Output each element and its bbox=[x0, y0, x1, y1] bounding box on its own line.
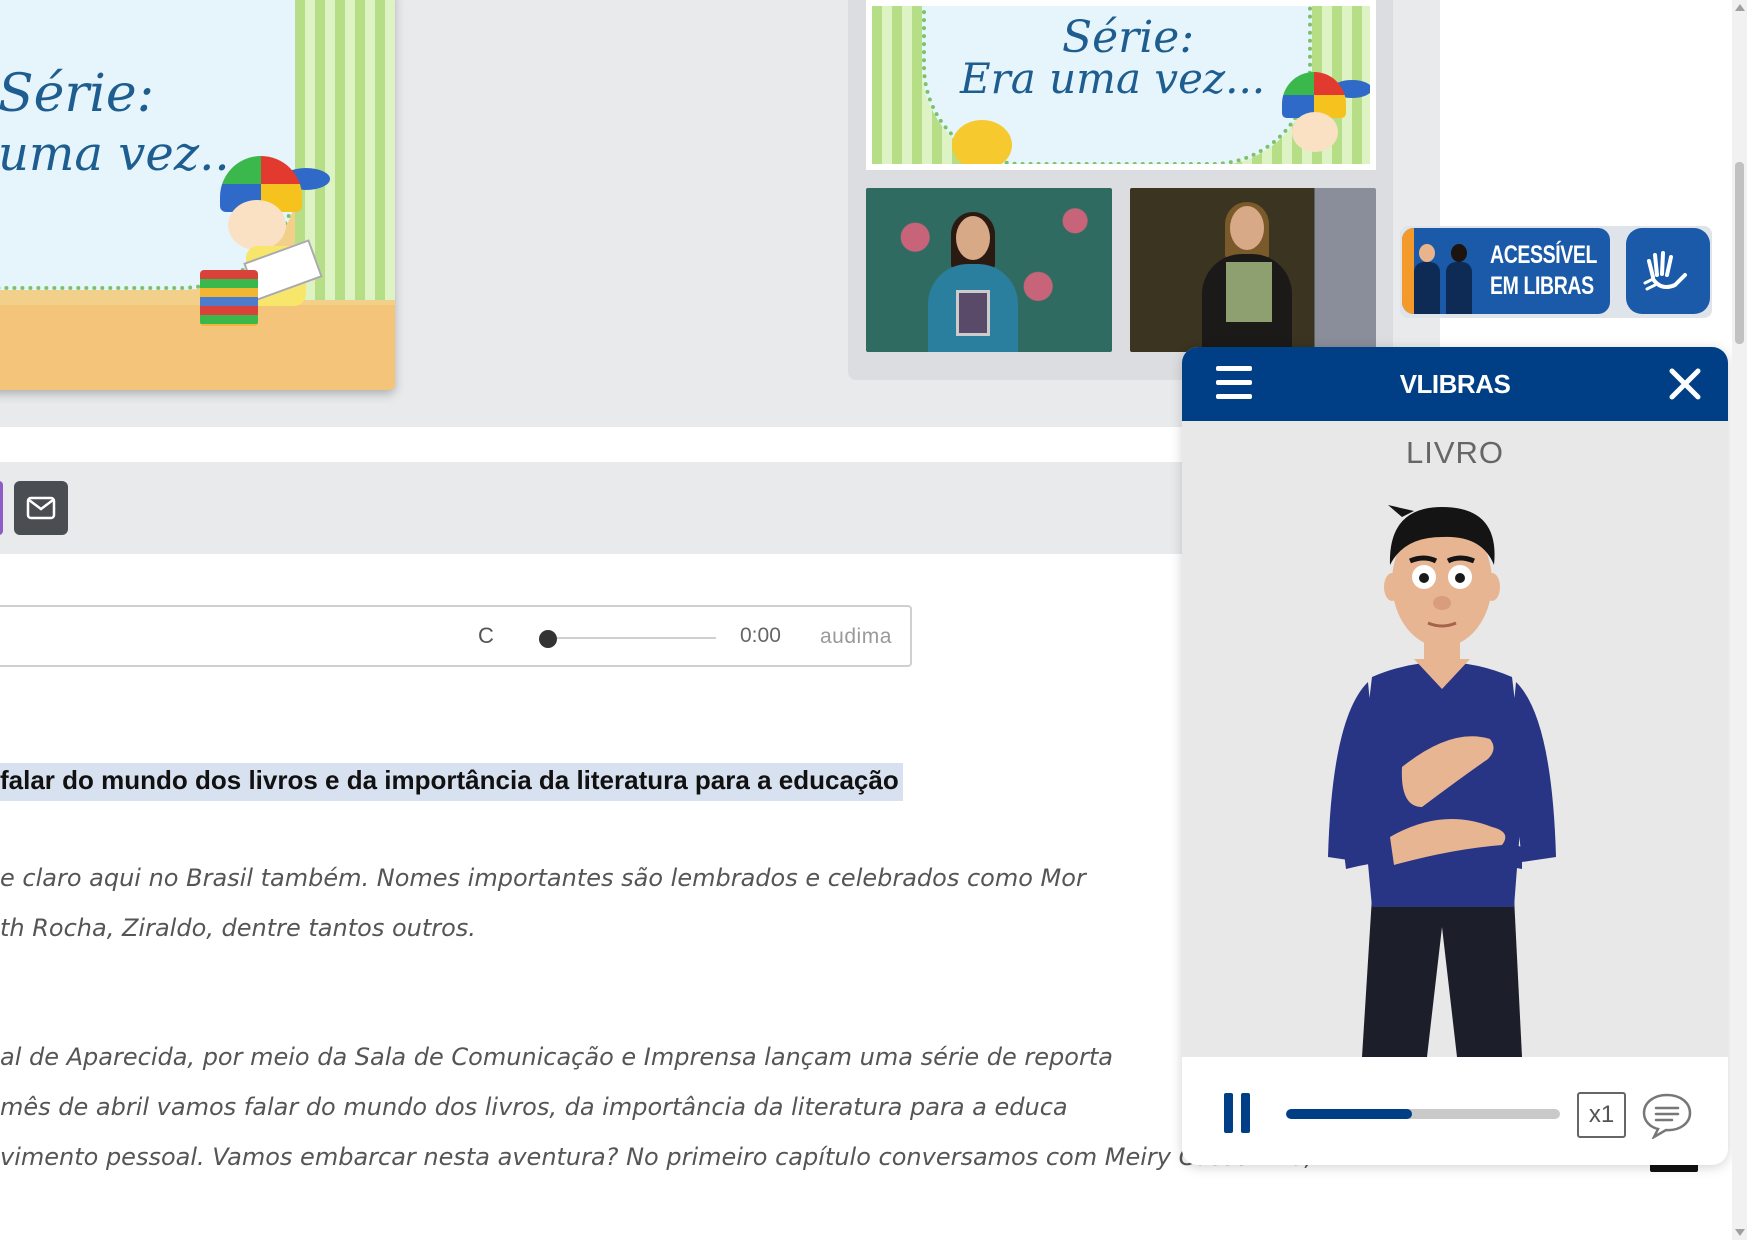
player-progress-knob[interactable] bbox=[539, 630, 557, 648]
badge-line1: ACESSÍVEL bbox=[1490, 241, 1598, 269]
close-icon[interactable] bbox=[1666, 365, 1704, 403]
badge-line2: EM LIBRAS bbox=[1490, 272, 1594, 300]
article-headline: falar do mundo dos livros e da importânc… bbox=[0, 763, 903, 801]
gallery-thumbnail-1[interactable] bbox=[866, 188, 1112, 352]
article-paragraph-line: al de Aparecida, por meio da Sala de Com… bbox=[0, 1043, 1113, 1071]
article-paragraph-line: mês de abril vamos falar do mundo dos li… bbox=[0, 1093, 1068, 1121]
gallery-poster-line2: Era uma vez... bbox=[960, 54, 1266, 103]
vlibras-progress-fill bbox=[1286, 1109, 1413, 1119]
article-paragraph-line: e claro aqui no Brasil também. Nomes imp… bbox=[0, 864, 1086, 892]
gallery-thumbnail-2[interactable] bbox=[1130, 188, 1376, 352]
share-purple-icon[interactable] bbox=[0, 481, 3, 535]
vlibras-controls: x1 bbox=[1182, 1057, 1728, 1165]
interpreter-figure-icon bbox=[1414, 244, 1440, 314]
interpreter-figure-icon bbox=[1446, 244, 1472, 314]
player-time: 0:00 bbox=[740, 624, 781, 647]
accessible-libras-badge[interactable]: ACESSÍVEL EM LIBRAS bbox=[1400, 226, 1712, 318]
page: Série: uma vez... Série: Era uma vez... bbox=[0, 0, 1747, 1240]
player-brand-logo: audima bbox=[820, 625, 892, 648]
vlibras-title: VLIBRAS bbox=[1399, 369, 1511, 399]
vlibras-widget: VLIBRAS LIVRO x1 bbox=[1182, 347, 1728, 1165]
accessible-libras-label[interactable]: ACESSÍVEL EM LIBRAS bbox=[1402, 228, 1610, 314]
player-c-button[interactable]: C bbox=[478, 623, 494, 649]
scroll-down-icon[interactable] bbox=[1735, 1229, 1745, 1236]
libras-hand-button[interactable] bbox=[1626, 228, 1710, 314]
mail-icon bbox=[26, 496, 56, 520]
page-scrollbar[interactable] bbox=[1732, 0, 1747, 1240]
photo-gallery: Série: Era uma vez... bbox=[848, 0, 1393, 380]
current-sign-word: LIVRO bbox=[1405, 435, 1505, 470]
gallery-kid-2-illustration bbox=[932, 116, 1022, 164]
reading-kid-illustration bbox=[190, 150, 370, 350]
audio-player: C 0:00 audima bbox=[0, 605, 912, 667]
gallery-main-poster[interactable]: Série: Era uma vez... bbox=[866, 0, 1376, 170]
vlibras-header: VLIBRAS bbox=[1182, 347, 1728, 421]
player-progress-track[interactable] bbox=[544, 637, 716, 639]
sign-language-hand-icon bbox=[1643, 251, 1687, 291]
scrollbar-thumb[interactable] bbox=[1735, 162, 1744, 344]
main-poster-image[interactable]: Série: uma vez... bbox=[0, 0, 395, 390]
article-paragraph-line: vimento pessoal. Vamos embarcar nesta av… bbox=[0, 1143, 1313, 1171]
vlibras-progress-bar[interactable] bbox=[1286, 1109, 1560, 1119]
speed-button[interactable]: x1 bbox=[1577, 1092, 1626, 1138]
scroll-up-icon[interactable] bbox=[1735, 4, 1745, 11]
poster-title-line1: Série: bbox=[0, 64, 155, 124]
subtitles-icon[interactable] bbox=[1640, 1091, 1694, 1141]
pause-icon[interactable] bbox=[1224, 1093, 1252, 1133]
gallery-kid-illustration bbox=[1272, 66, 1370, 164]
share-mail-button[interactable] bbox=[14, 481, 68, 535]
sign-language-avatar bbox=[1328, 505, 1556, 1057]
article-paragraph-line: th Rocha, Ziraldo, dentre tantos outros. bbox=[0, 914, 476, 942]
